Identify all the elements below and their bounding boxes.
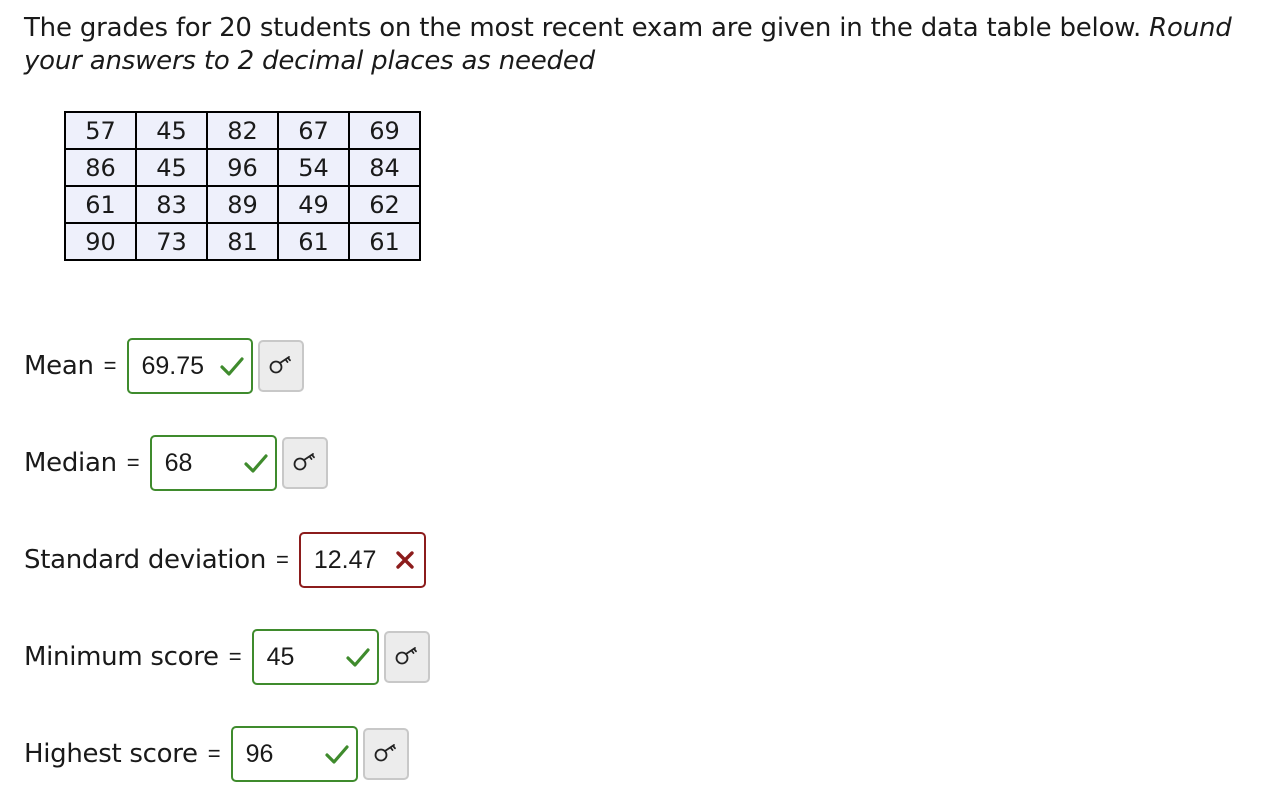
standard-deviation-row: Standard deviation = 12.47 bbox=[24, 531, 426, 589]
standard-deviation-label: Standard deviation bbox=[24, 545, 266, 575]
x-icon bbox=[390, 545, 420, 575]
table-cell: 96 bbox=[206, 148, 279, 187]
table-cell: 45 bbox=[135, 148, 208, 187]
minimum-score-label: Minimum score bbox=[24, 642, 219, 672]
table-row: 86 45 96 54 84 bbox=[64, 148, 421, 187]
median-row: Median = 68 bbox=[24, 434, 328, 492]
key-icon bbox=[392, 643, 422, 671]
table-cell: 81 bbox=[206, 222, 279, 261]
prompt-text: The grades for 20 students on the most r… bbox=[24, 13, 1150, 43]
check-icon bbox=[241, 448, 271, 478]
highest-score-label: Highest score bbox=[24, 739, 198, 769]
table-cell: 57 bbox=[64, 111, 137, 150]
highest-score-hint-button[interactable] bbox=[362, 728, 409, 780]
equals-sign: = bbox=[126, 450, 140, 475]
median-hint-button[interactable] bbox=[281, 437, 328, 489]
equals-sign: = bbox=[228, 644, 242, 669]
equals-sign: = bbox=[103, 353, 117, 378]
minimum-score-answer-field[interactable]: 45 bbox=[251, 629, 379, 685]
highest-score-row: Highest score = 96 bbox=[24, 725, 409, 783]
key-icon bbox=[371, 740, 401, 768]
table-cell: 84 bbox=[348, 148, 421, 187]
mean-answer-value: 69.75 bbox=[141, 351, 205, 380]
table-cell: 90 bbox=[64, 222, 137, 261]
table-cell: 61 bbox=[277, 222, 350, 261]
mean-label: Mean bbox=[24, 351, 94, 381]
minimum-score-row: Minimum score = 45 bbox=[24, 628, 430, 686]
table-cell: 61 bbox=[348, 222, 421, 261]
highest-score-answer-value: 96 bbox=[245, 739, 274, 768]
grades-data-table: 57 45 82 67 69 86 45 96 54 84 61 83 89 4… bbox=[64, 111, 421, 261]
table-cell: 49 bbox=[277, 185, 350, 224]
table-cell: 61 bbox=[64, 185, 137, 224]
median-label: Median bbox=[24, 448, 117, 478]
mean-row: Mean = 69.75 bbox=[24, 337, 304, 395]
table-cell: 62 bbox=[348, 185, 421, 224]
table-row: 90 73 81 61 61 bbox=[64, 222, 421, 261]
median-answer-field[interactable]: 68 bbox=[149, 435, 277, 491]
table-cell: 45 bbox=[135, 111, 208, 150]
check-icon bbox=[217, 351, 247, 381]
table-row: 61 83 89 49 62 bbox=[64, 185, 421, 224]
key-icon bbox=[290, 449, 320, 477]
equals-sign: = bbox=[207, 741, 221, 766]
check-icon bbox=[343, 642, 373, 672]
mean-answer-field[interactable]: 69.75 bbox=[126, 338, 253, 394]
equals-sign: = bbox=[276, 547, 289, 572]
highest-score-answer-field[interactable]: 96 bbox=[230, 726, 358, 782]
key-icon bbox=[266, 352, 296, 380]
minimum-score-hint-button[interactable] bbox=[383, 631, 430, 683]
table-cell: 69 bbox=[348, 111, 421, 150]
mean-hint-button[interactable] bbox=[257, 340, 304, 392]
standard-deviation-answer-field[interactable]: 12.47 bbox=[298, 532, 426, 588]
table-row: 57 45 82 67 69 bbox=[64, 111, 421, 150]
table-cell: 73 bbox=[135, 222, 208, 261]
table-cell: 82 bbox=[206, 111, 279, 150]
standard-deviation-answer-value: 12.47 bbox=[313, 545, 377, 574]
check-icon bbox=[322, 739, 352, 769]
table-cell: 86 bbox=[64, 148, 137, 187]
minimum-score-answer-value: 45 bbox=[266, 642, 295, 671]
table-cell: 83 bbox=[135, 185, 208, 224]
median-answer-value: 68 bbox=[164, 448, 193, 477]
table-cell: 89 bbox=[206, 185, 279, 224]
question-prompt: The grades for 20 students on the most r… bbox=[24, 12, 1254, 78]
table-cell: 67 bbox=[277, 111, 350, 150]
table-cell: 54 bbox=[277, 148, 350, 187]
